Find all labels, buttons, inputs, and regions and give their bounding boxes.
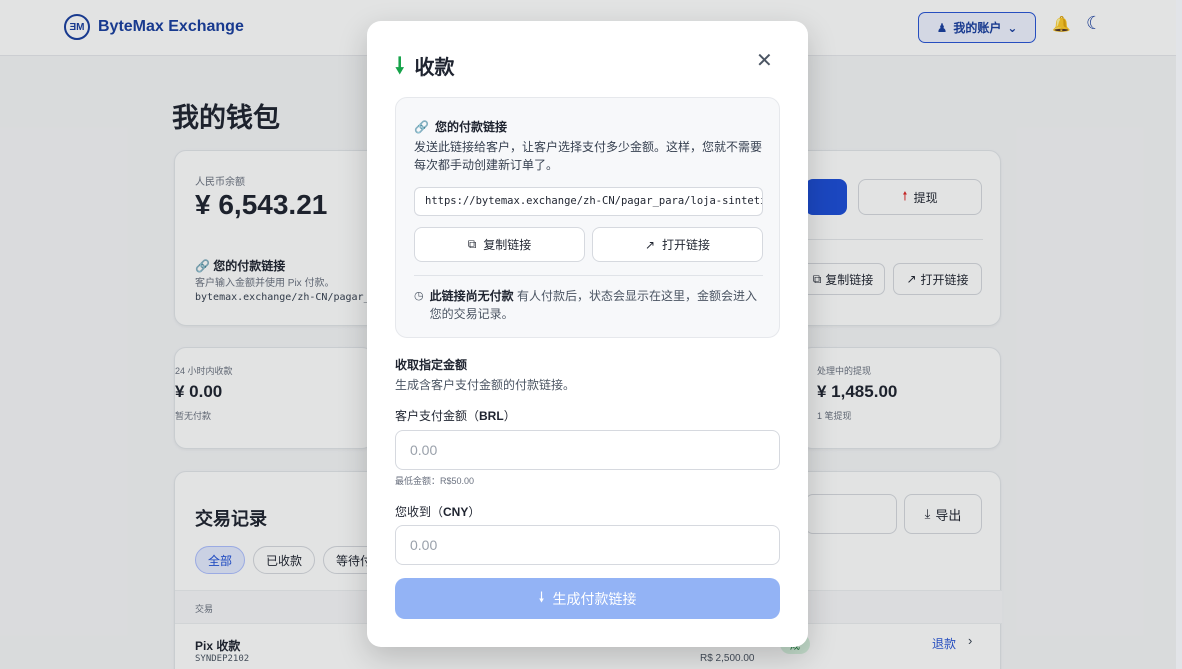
copy-link-button[interactable]: ⧉ 复制链接 (414, 227, 585, 262)
modal-header: 🠗 收款 (395, 51, 454, 80)
fixed-amount-title: 收取指定金额 (395, 358, 468, 372)
link-status: ◷ 此链接尚无付款 有人付款后，状态会显示在这里，金额会进入您的交易记录。 (414, 287, 764, 323)
open-link-button[interactable]: ↗ 打开链接 (592, 227, 763, 262)
receive-modal: 🠗 收款 ✕ 🔗 您的付款链接 发送此链接给客户，让客户选择支付多少金额。这样，… (367, 21, 808, 647)
arrow-down-icon: 🠗 (538, 588, 545, 605)
link-box-description: 发送此链接给客户，让客户选择支付多少金额。这样，您就不需要每次都手动创建新订单了… (414, 140, 763, 172)
external-link-icon: ↗ (644, 237, 656, 252)
link-box-title: 🔗 您的付款链接 (414, 119, 507, 135)
generate-link-button[interactable]: 🠗 生成付款链接 (395, 578, 780, 619)
fixed-amount-description: 生成含客户支付金额的付款链接。 (395, 378, 576, 392)
receive-amount-input[interactable]: 0.00 (395, 525, 780, 565)
arrow-down-icon: 🠗 (395, 52, 405, 78)
payment-link-url-field[interactable]: https://bytemax.exchange/zh-CN/pagar_par… (414, 187, 763, 216)
close-icon[interactable]: ✕ (756, 51, 773, 71)
modal-title: 收款 (414, 57, 455, 79)
copy-icon: ⧉ (467, 237, 477, 251)
customer-amount-label: 客户支付金额（BRL） (395, 409, 516, 423)
link-status-bold: 此链接尚无付款 (429, 289, 514, 303)
customer-amount-input[interactable]: 0.00 (395, 430, 780, 470)
divider (414, 275, 763, 276)
payment-link-box: 🔗 您的付款链接 发送此链接给客户，让客户选择支付多少金额。这样，您就不需要每次… (395, 97, 780, 338)
receive-amount-label: 您收到（CNY） (395, 505, 481, 519)
clock-icon: ◷ (414, 290, 424, 302)
link-icon: 🔗 (414, 119, 429, 134)
min-amount-hint: 最低金额：R$50.00 (395, 476, 475, 486)
scrollbar[interactable] (1176, 0, 1182, 669)
